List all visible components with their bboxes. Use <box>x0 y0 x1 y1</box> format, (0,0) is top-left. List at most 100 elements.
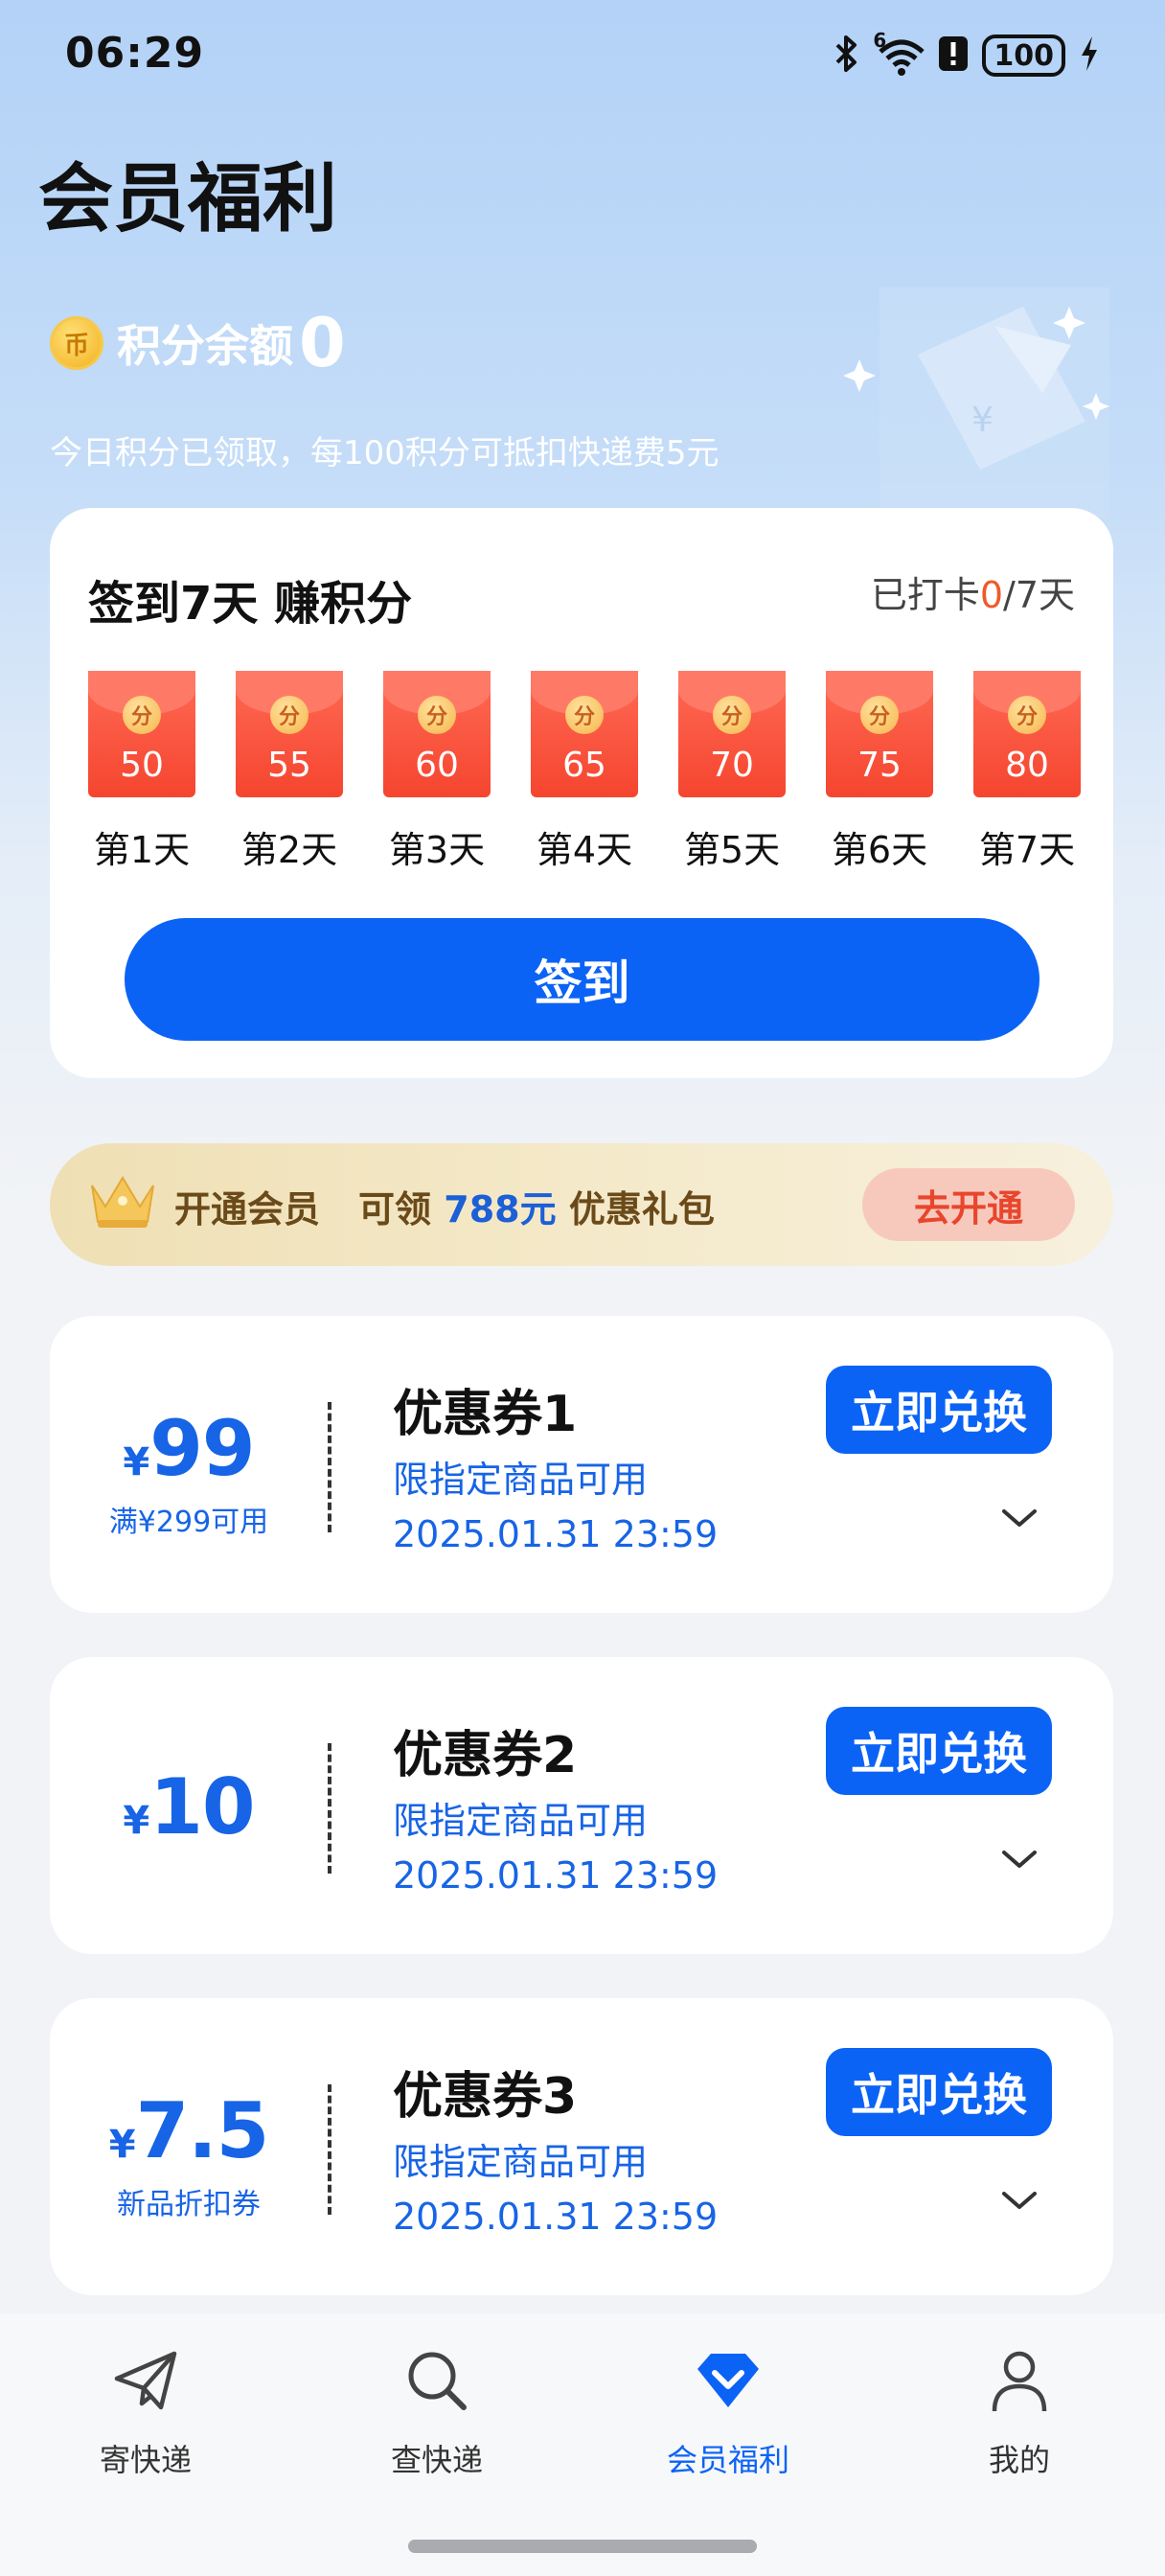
nav-item-member-benefits[interactable]: 会员福利 <box>632 2346 824 2480</box>
progress-total: /7天 <box>1003 574 1075 616</box>
charging-icon <box>1079 34 1100 77</box>
day-label: 第1天 <box>93 829 191 871</box>
member-open-label: 开通会员 <box>174 1188 321 1230</box>
day-reward-packet: 分 65 <box>531 671 638 797</box>
coupon-amount: 99 <box>149 1404 255 1493</box>
chevron-down-icon[interactable] <box>1000 2190 1039 2217</box>
wifi-icon: 6 <box>873 29 925 77</box>
day-reward-amount: 55 <box>267 746 311 785</box>
coupon-value: ¥10 <box>50 1762 328 1852</box>
day-reward-amount: 75 <box>857 746 902 785</box>
day-reward-packet: 分 80 <box>973 671 1081 797</box>
chevron-down-icon[interactable] <box>1000 1507 1039 1534</box>
day-reward-packet: 分 75 <box>826 671 933 797</box>
points-seal-icon: 分 <box>270 696 308 734</box>
redeem-button[interactable]: 立即兑换 <box>826 2048 1052 2136</box>
progress-prefix: 已打卡 <box>870 574 980 616</box>
home-indicator[interactable] <box>408 2540 757 2553</box>
day-reward-packet: 分 60 <box>383 671 491 797</box>
nav-label: 查快递 <box>390 2442 483 2478</box>
coupon-divider <box>328 1402 331 1532</box>
profile-icon <box>985 2346 1054 2419</box>
points-value: 0 <box>299 304 346 382</box>
coupon-value: ¥99 <box>50 1404 328 1493</box>
points-note: 今日积分已领取，每100积分可抵扣快递费5元 <box>50 434 720 472</box>
day-reward-packet: 分 70 <box>678 671 786 797</box>
points-seal-icon: 分 <box>860 696 899 734</box>
coupon-scope: 限指定商品可用 <box>393 1459 649 1501</box>
chevron-down-icon[interactable] <box>1000 1849 1039 1875</box>
coupon-amount: 10 <box>149 1762 255 1852</box>
status-icons: 6 100 <box>834 29 1100 82</box>
coupon-name: 优惠券3 <box>393 2068 578 2126</box>
nav-item-track-express[interactable]: 查快递 <box>341 2346 533 2480</box>
coupon-expiry: 2025.01.31 23:59 <box>393 1513 719 1555</box>
day-label: 第3天 <box>388 829 486 871</box>
day-label: 第5天 <box>683 829 781 871</box>
coupon-card: ¥7.5 新品折扣券 优惠券3 限指定商品可用 2025.01.31 23:59… <box>50 1998 1113 2295</box>
day-reward-amount: 50 <box>120 746 164 785</box>
member-benefits-icon <box>694 2346 763 2419</box>
redeem-button[interactable]: 立即兑换 <box>826 1707 1052 1795</box>
day-label: 第6天 <box>831 829 928 871</box>
checkin-card: 签到7天 赚积分 已打卡0/7天 分 50 第1天 分 55 第2天 分 60 第3天… <box>50 508 1113 1078</box>
member-claim-suffix: 优惠礼包 <box>568 1188 715 1230</box>
status-time: 06:29 <box>65 29 205 78</box>
progress-done: 0 <box>979 574 1004 616</box>
sparkle-icon <box>843 359 876 396</box>
coupon-expiry: 2025.01.31 23:59 <box>393 2196 719 2238</box>
coupon-scope: 限指定商品可用 <box>393 2141 649 2183</box>
day-reward-amount: 60 <box>415 746 459 785</box>
crown-icon <box>86 1172 159 1235</box>
member-claim-prefix: 可领 <box>358 1188 432 1230</box>
day-reward-amount: 80 <box>1005 746 1049 785</box>
coupon-divider <box>328 2084 331 2215</box>
checkin-progress: 已打卡0/7天 <box>871 565 1075 618</box>
coupon-card: ¥10 优惠券2 限指定商品可用 2025.01.31 23:59 立即兑换 <box>50 1657 1113 1954</box>
day-reward-amount: 70 <box>710 746 754 785</box>
coupon-expiry: 2025.01.31 23:59 <box>393 1854 719 1897</box>
alert-icon <box>938 35 969 76</box>
coupon-value: ¥7.5 <box>50 2086 328 2175</box>
points-seal-icon: 分 <box>1008 696 1046 734</box>
member-banner[interactable]: 开通会员 可领 788元 优惠礼包 去开通 <box>50 1143 1113 1266</box>
paper-plane-icon <box>111 2346 180 2419</box>
search-icon <box>402 2346 471 2419</box>
day-label: 第2天 <box>240 829 338 871</box>
coupon-divider <box>328 1743 331 1874</box>
nav-item-profile[interactable]: 我的 <box>924 2346 1115 2480</box>
nav-label: 会员福利 <box>666 2442 789 2478</box>
coupon-currency: ¥ <box>123 1799 150 1843</box>
coupon-condition: 满¥299可用 <box>108 1506 269 1539</box>
day-reward-packet: 分 50 <box>88 671 195 797</box>
battery-indicator: 100 <box>982 34 1065 77</box>
nav-label: 寄快递 <box>99 2442 192 2478</box>
day-label: 第7天 <box>978 829 1076 871</box>
day-reward-amount: 65 <box>562 746 606 785</box>
bottom-nav: 寄快递 查快递 会员福利 我的 <box>0 2313 1165 2576</box>
nav-item-send-express[interactable]: 寄快递 <box>50 2346 241 2480</box>
svg-text:¥: ¥ <box>971 401 994 440</box>
bluetooth-icon <box>834 34 859 77</box>
signin-button[interactable]: 签到 <box>125 918 1039 1041</box>
member-promo-text: 开通会员 可领 788元 优惠礼包 <box>174 1180 715 1232</box>
points-balance: 币 积分余额 0 <box>50 304 346 382</box>
checkin-title: 签到7天 赚积分 <box>88 577 413 631</box>
coupon-scope: 限指定商品可用 <box>393 1800 649 1842</box>
coupon-card: ¥99 满¥299可用 优惠券1 限指定商品可用 2025.01.31 23:5… <box>50 1316 1113 1613</box>
points-label: 积分余额 <box>117 320 293 372</box>
nav-label: 我的 <box>988 2442 1050 2478</box>
page-title: 会员福利 <box>38 156 338 242</box>
day-reward-packet: 分 55 <box>236 671 343 797</box>
open-membership-button[interactable]: 去开通 <box>862 1168 1075 1241</box>
signal-superscript: 6 <box>873 29 887 52</box>
coupon-name: 优惠券1 <box>393 1386 578 1443</box>
coupon-currency: ¥ <box>123 1440 150 1484</box>
points-seal-icon: 分 <box>418 696 456 734</box>
coin-icon: 币 <box>50 316 103 370</box>
day-label: 第4天 <box>536 829 633 871</box>
redeem-button[interactable]: 立即兑换 <box>826 1366 1052 1454</box>
points-seal-icon: 分 <box>123 696 161 734</box>
coupon-currency: ¥ <box>108 2123 136 2167</box>
coupon-condition: 新品折扣券 <box>117 2188 261 2221</box>
